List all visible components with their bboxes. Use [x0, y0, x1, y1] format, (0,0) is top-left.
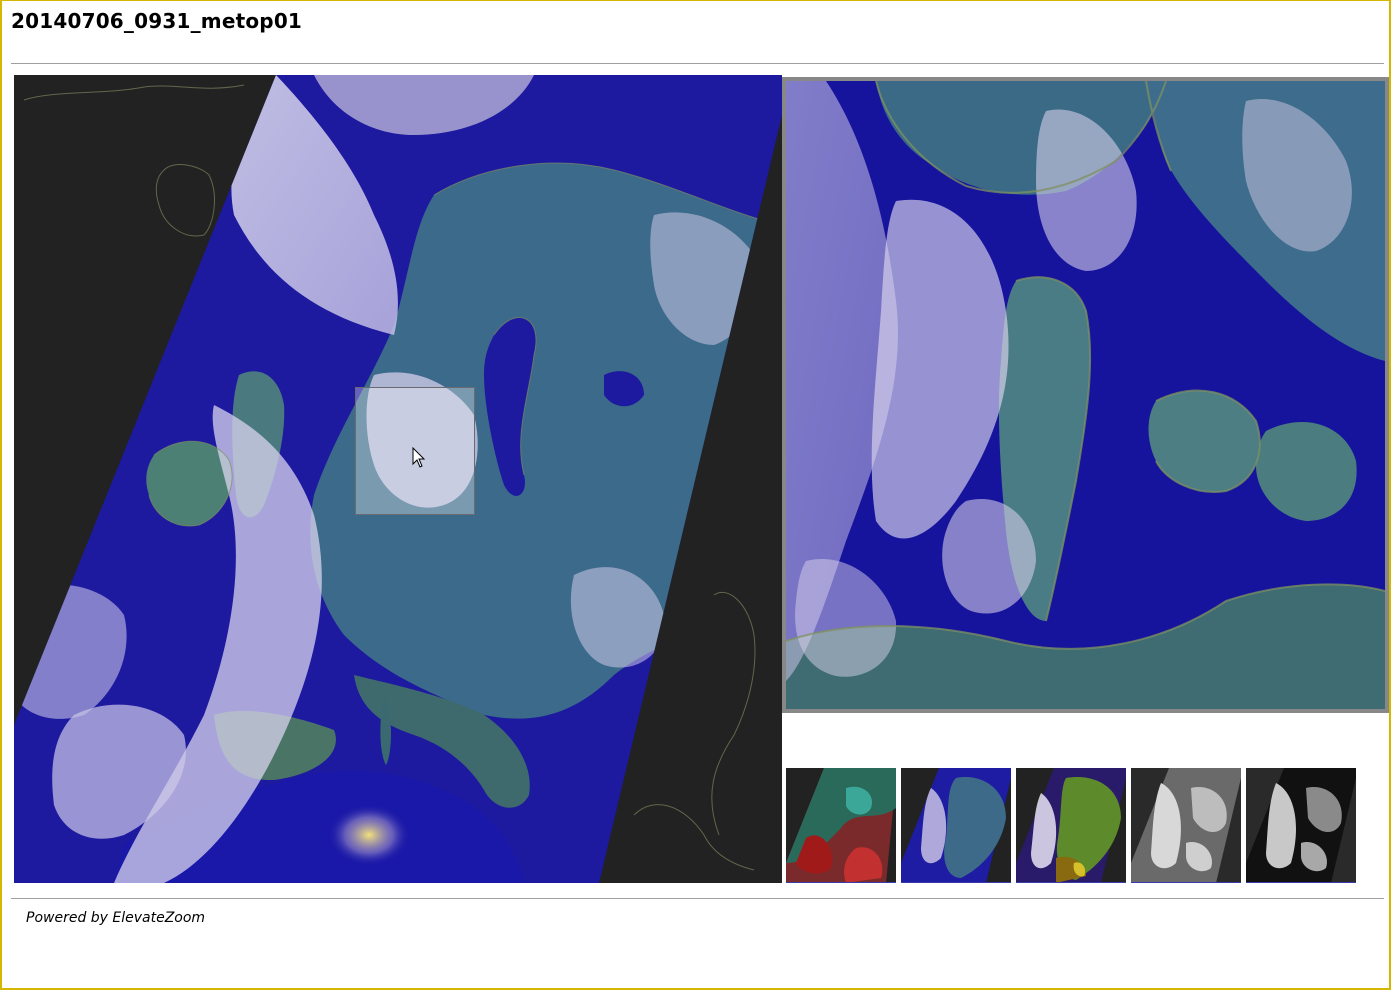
thumbnail-natural-blue[interactable]: [901, 768, 1011, 883]
main-satellite-image[interactable]: [14, 75, 782, 883]
mouse-pointer-icon: [412, 447, 426, 468]
bottom-divider: [11, 898, 1384, 899]
thumbnail-infrared-dark[interactable]: [1246, 768, 1356, 883]
footer-credit: Powered by ElevateZoom: [26, 910, 206, 926]
zoom-window: [782, 77, 1389, 713]
thumbnail-vegetation-green[interactable]: [1016, 768, 1126, 883]
thumbnail-false-color-red[interactable]: [786, 768, 896, 883]
page-title: 20140706_0931_metop01: [11, 9, 303, 33]
top-divider: [11, 63, 1384, 64]
thumbnail-visible-gray[interactable]: [1131, 768, 1241, 883]
zoomed-satellite-graphic: [786, 81, 1385, 709]
